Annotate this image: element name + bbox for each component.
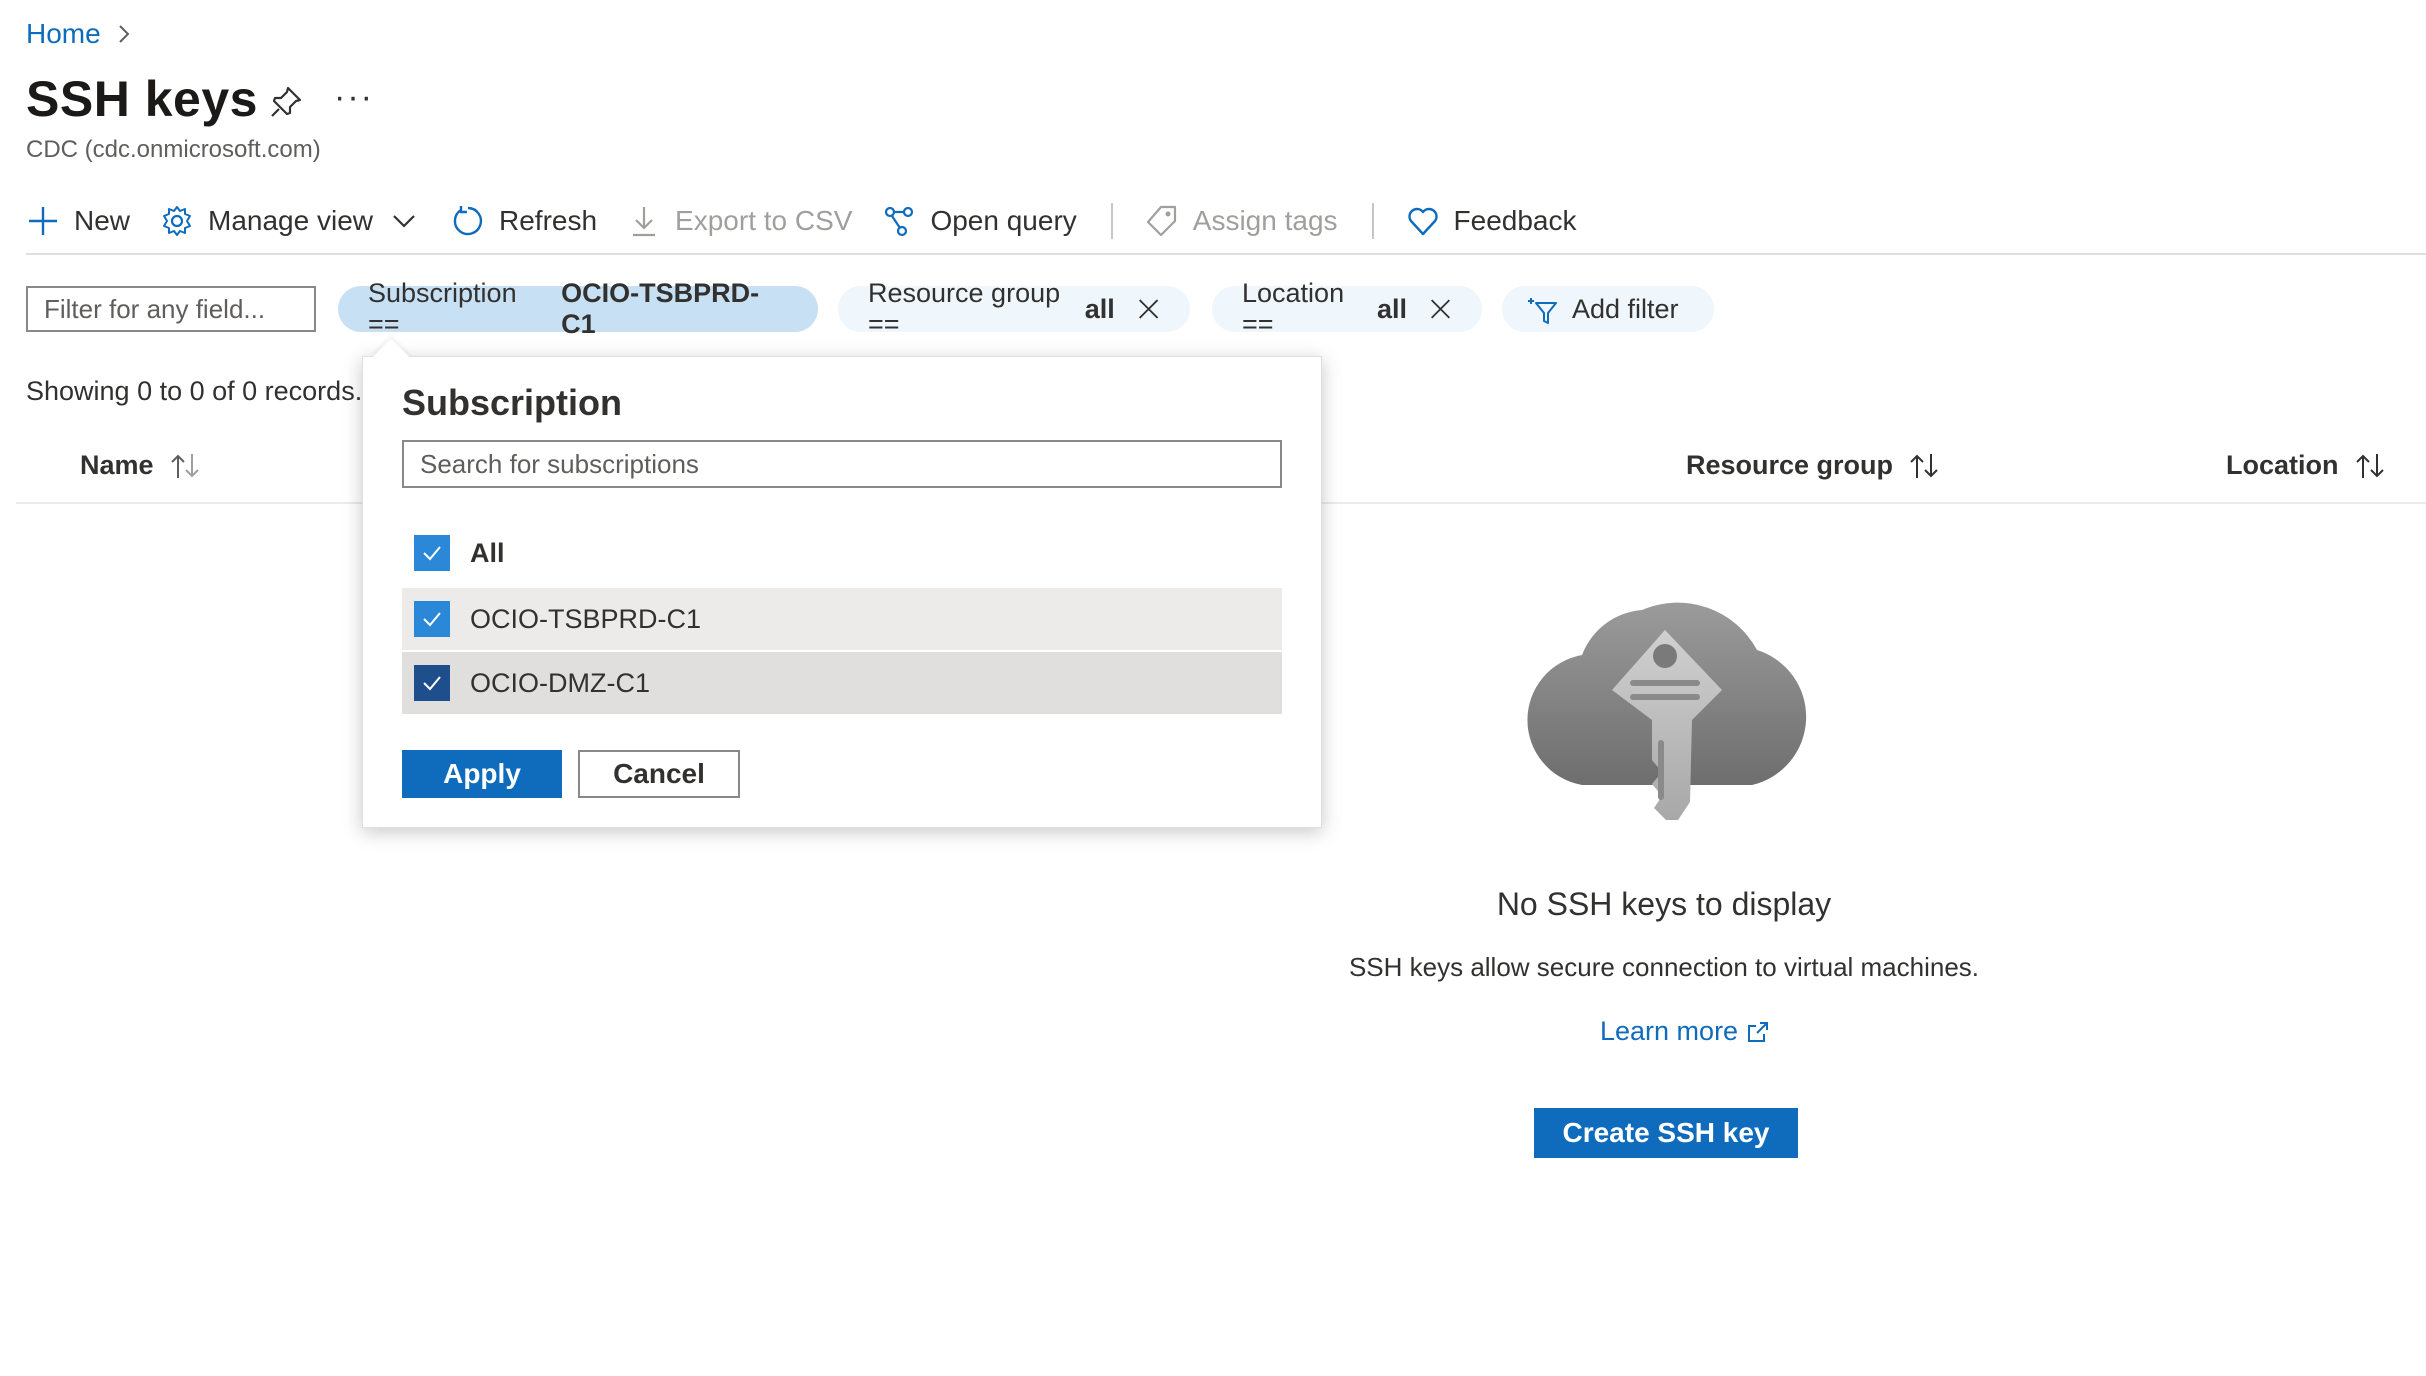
column-header-name[interactable]: Name	[80, 450, 204, 481]
cancel-button[interactable]: Cancel	[578, 750, 740, 798]
empty-state-title: No SSH keys to display	[1496, 886, 1832, 922]
empty-state-description: SSH keys allow secure connection to virt…	[1348, 952, 1980, 982]
new-button[interactable]: New	[26, 204, 130, 238]
heart-icon	[1407, 207, 1438, 236]
resource-group-filter-label: Resource group ==	[868, 278, 1061, 339]
checkmark-icon	[423, 612, 441, 627]
add-filter-button[interactable]: Add filter	[1502, 286, 1714, 332]
subscription-option-label: All	[470, 537, 505, 568]
page-subtitle: CDC (cdc.onmicrosoft.com)	[26, 136, 321, 163]
chevron-down-icon	[393, 215, 415, 228]
more-options-icon[interactable]: ···	[334, 78, 374, 117]
subscription-filter-pill[interactable]: Subscription == OCIO-TSBPRD-C1	[338, 278, 818, 339]
subscription-search-input[interactable]: Search for subscriptions	[402, 440, 1282, 488]
create-ssh-key-button[interactable]: Create SSH key	[1534, 1108, 1798, 1158]
refresh-icon	[453, 206, 483, 236]
plus-icon	[29, 207, 57, 235]
subscription-option[interactable]: OCIO-TSBPRD-C1	[402, 588, 1282, 650]
close-icon[interactable]	[1137, 296, 1160, 322]
sort-icon	[2355, 453, 2384, 478]
tag-icon	[1146, 205, 1176, 237]
page-title: SSH keys	[26, 71, 258, 127]
cloud-key-illustration	[1527, 602, 1807, 820]
pin-icon[interactable]	[268, 84, 304, 120]
breadcrumb: Home	[26, 18, 133, 50]
location-filter-value: all	[1376, 293, 1407, 324]
checkmark-icon	[423, 546, 441, 561]
toolbar-divider	[1371, 203, 1374, 239]
subscription-panel-title: Subscription	[402, 382, 623, 423]
open-query-label: Open query	[930, 205, 1077, 236]
subscription-filter-label: Subscription ==	[368, 278, 517, 339]
breadcrumb-home-link[interactable]: Home	[26, 18, 101, 50]
new-label: New	[74, 205, 131, 236]
toolbar-divider	[1110, 203, 1113, 239]
location-filter-pill[interactable]: Location == all	[1212, 278, 1482, 339]
toolbar-divider-line	[26, 253, 2426, 255]
column-header-resource-group[interactable]: Resource group	[1686, 450, 1943, 481]
column-location-label: Location	[2226, 450, 2339, 480]
learn-more-link[interactable]: Learn more	[1600, 1016, 1770, 1047]
sort-icon	[170, 453, 199, 478]
export-csv-label: Export to CSV	[675, 205, 853, 236]
subscription-option[interactable]: OCIO-DMZ-C1	[402, 652, 1282, 714]
subscription-option-label: OCIO-DMZ-C1	[470, 667, 650, 698]
column-header-location[interactable]: Location	[2226, 450, 2389, 481]
close-icon[interactable]	[1429, 296, 1452, 322]
refresh-button[interactable]: Refresh	[451, 204, 597, 238]
sort-icon	[1910, 453, 1938, 478]
manage-view-button[interactable]: Manage view	[160, 204, 421, 238]
subscription-option-label: OCIO-TSBPRD-C1	[470, 603, 702, 634]
gear-icon	[163, 206, 192, 236]
feedback-button[interactable]: Feedback	[1406, 204, 1577, 238]
download-icon	[633, 207, 656, 237]
subscription-option-all[interactable]: All	[402, 522, 1282, 584]
apply-button[interactable]: Apply	[402, 750, 562, 798]
subscription-filter-value: OCIO-TSBPRD-C1	[561, 278, 760, 339]
resource-group-filter-pill[interactable]: Resource group == all	[838, 278, 1190, 339]
resource-group-filter-value: all	[1084, 293, 1115, 324]
export-csv-button[interactable]: Export to CSV	[627, 204, 852, 238]
checkbox-checked[interactable]	[414, 535, 450, 571]
checkbox-checked[interactable]	[414, 665, 450, 701]
column-name-label: Name	[80, 450, 154, 480]
feedback-label: Feedback	[1453, 205, 1577, 236]
add-filter-label: Add filter	[1572, 293, 1679, 324]
learn-more-label: Learn more	[1600, 1016, 1739, 1046]
manage-view-label: Manage view	[208, 205, 373, 236]
filter-input[interactable]: Filter for any field...	[26, 286, 316, 332]
refresh-label: Refresh	[499, 205, 598, 236]
command-bar: New Manage view Refresh Export to CSV Op…	[26, 196, 1607, 246]
external-link-icon	[1748, 1021, 1769, 1042]
chevron-right-icon	[118, 25, 130, 43]
query-icon	[885, 206, 914, 237]
checkbox-checked[interactable]	[414, 601, 450, 637]
add-filter-icon	[1528, 298, 1557, 324]
records-count: Showing 0 to 0 of 0 records.	[26, 376, 363, 406]
open-query-button[interactable]: Open query	[882, 204, 1077, 238]
location-filter-label: Location ==	[1242, 278, 1345, 339]
assign-tags-label: Assign tags	[1192, 205, 1338, 236]
column-resource-group-label: Resource group	[1686, 450, 1894, 480]
assign-tags-button[interactable]: Assign tags	[1145, 204, 1338, 238]
checkmark-icon	[423, 676, 441, 691]
